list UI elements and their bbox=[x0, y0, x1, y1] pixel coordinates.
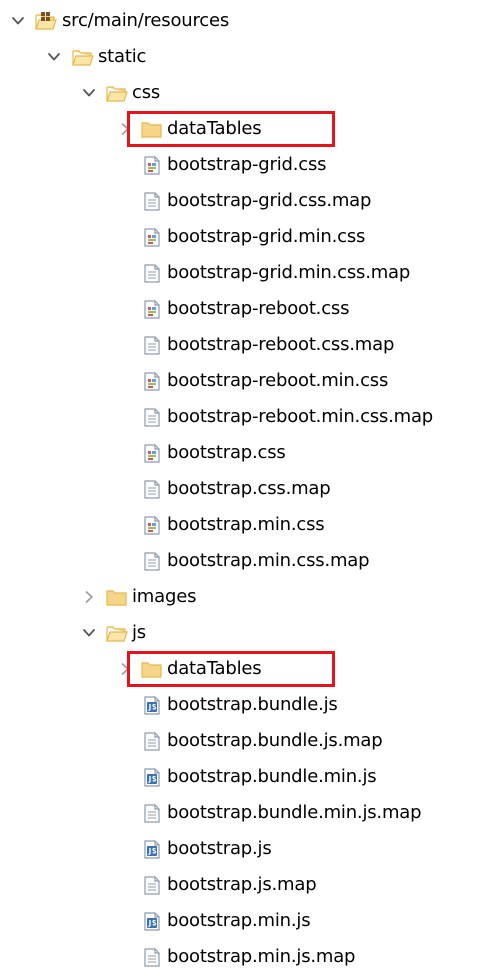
tree-item[interactable]: bootstrap.bundle.min.js.map bbox=[0, 795, 501, 831]
chevron-right-icon[interactable] bbox=[79, 579, 99, 615]
text-file-icon bbox=[141, 795, 163, 831]
tree-item-label: static bbox=[98, 46, 147, 67]
tree-item-label: bootstrap-grid.min.css bbox=[167, 226, 366, 247]
tree-item[interactable]: bootstrap.min.css bbox=[0, 507, 501, 543]
text-file-icon bbox=[141, 723, 163, 759]
tree-item-label: bootstrap-grid.css.map bbox=[167, 190, 372, 211]
tree-item-label: bootstrap.bundle.js.map bbox=[167, 730, 383, 751]
tree-item-label: bootstrap-reboot.css bbox=[167, 298, 350, 319]
folder-icon bbox=[141, 111, 163, 147]
open-folder-icon bbox=[106, 615, 128, 651]
css-file-icon bbox=[141, 435, 163, 471]
tree-item[interactable]: bootstrap-grid.min.css.map bbox=[0, 255, 501, 291]
tree-item-label: bootstrap-reboot.min.css.map bbox=[167, 406, 434, 427]
js-file-icon bbox=[141, 687, 163, 723]
tree-item-label: bootstrap.bundle.min.js.map bbox=[167, 802, 422, 823]
chevron-down-icon[interactable] bbox=[8, 3, 28, 39]
css-file-icon bbox=[141, 219, 163, 255]
folder-icon bbox=[106, 579, 128, 615]
js-file-icon bbox=[141, 759, 163, 795]
tree-item-label: bootstrap-grid.min.css.map bbox=[167, 262, 411, 283]
tree-item-label: bootstrap.min.css bbox=[167, 514, 325, 535]
tree-item[interactable]: bootstrap.bundle.min.js bbox=[0, 759, 501, 795]
tree-item[interactable]: css bbox=[0, 75, 501, 111]
chevron-down-icon[interactable] bbox=[44, 39, 64, 75]
tree-item[interactable]: bootstrap.bundle.js bbox=[0, 687, 501, 723]
tree-item[interactable]: bootstrap.min.js.map bbox=[0, 939, 501, 975]
tree-item[interactable]: bootstrap.min.js bbox=[0, 903, 501, 939]
tree-item[interactable]: bootstrap.js bbox=[0, 831, 501, 867]
css-file-icon bbox=[141, 291, 163, 327]
css-file-icon bbox=[141, 507, 163, 543]
css-file-icon bbox=[141, 363, 163, 399]
tree-item-label: bootstrap.js bbox=[167, 838, 272, 859]
js-file-icon bbox=[141, 831, 163, 867]
tree-item-label: bootstrap.css.map bbox=[167, 478, 331, 499]
tree-item[interactable]: bootstrap-reboot.min.css.map bbox=[0, 399, 501, 435]
tree-item[interactable]: bootstrap-reboot.css.map bbox=[0, 327, 501, 363]
package-folder-icon bbox=[35, 3, 57, 39]
tree-item[interactable]: bootstrap-reboot.css bbox=[0, 291, 501, 327]
tree-item-label: bootstrap.min.js bbox=[167, 910, 311, 931]
tree-item[interactable]: static bbox=[0, 39, 501, 75]
tree-item-label: dataTables bbox=[167, 118, 262, 139]
js-file-icon bbox=[141, 903, 163, 939]
chevron-right-icon[interactable] bbox=[115, 111, 135, 147]
tree-item-label: bootstrap-grid.css bbox=[167, 154, 327, 175]
tree-item-label: images bbox=[132, 586, 197, 607]
tree-item-label: src/main/resources bbox=[62, 10, 230, 31]
tree-item-label: bootstrap-reboot.css.map bbox=[167, 334, 395, 355]
chevron-down-icon[interactable] bbox=[79, 75, 99, 111]
tree-item-label: bootstrap.bundle.min.js bbox=[167, 766, 377, 787]
tree-item[interactable]: dataTables bbox=[0, 111, 501, 147]
text-file-icon bbox=[141, 939, 163, 975]
chevron-down-icon[interactable] bbox=[79, 615, 99, 651]
tree-item[interactable]: bootstrap.css bbox=[0, 435, 501, 471]
tree-item[interactable]: bootstrap.css.map bbox=[0, 471, 501, 507]
text-file-icon bbox=[141, 399, 163, 435]
text-file-icon bbox=[141, 327, 163, 363]
text-file-icon bbox=[141, 255, 163, 291]
text-file-icon bbox=[141, 471, 163, 507]
tree-item-label: bootstrap-reboot.min.css bbox=[167, 370, 389, 391]
chevron-right-icon[interactable] bbox=[115, 651, 135, 687]
text-file-icon bbox=[141, 867, 163, 903]
tree-item-label: js bbox=[132, 622, 146, 643]
tree-item[interactable]: bootstrap-grid.css bbox=[0, 147, 501, 183]
tree-item-label: bootstrap.js.map bbox=[167, 874, 317, 895]
text-file-icon bbox=[141, 543, 163, 579]
tree-item[interactable]: images bbox=[0, 579, 501, 615]
tree-item[interactable]: bootstrap-grid.css.map bbox=[0, 183, 501, 219]
text-file-icon bbox=[141, 183, 163, 219]
tree-item[interactable]: bootstrap-reboot.min.css bbox=[0, 363, 501, 399]
tree-item-label: bootstrap.min.js.map bbox=[167, 946, 356, 967]
tree-item[interactable]: dataTables bbox=[0, 651, 501, 687]
tree-item-label: bootstrap.bundle.js bbox=[167, 694, 338, 715]
tree-item[interactable]: bootstrap.min.css.map bbox=[0, 543, 501, 579]
tree-item-label: dataTables bbox=[167, 658, 262, 679]
tree-item[interactable]: bootstrap-grid.min.css bbox=[0, 219, 501, 255]
tree-item-label: bootstrap.css bbox=[167, 442, 286, 463]
tree-item[interactable]: bootstrap.bundle.js.map bbox=[0, 723, 501, 759]
folder-icon bbox=[141, 651, 163, 687]
tree-item-label: bootstrap.min.css.map bbox=[167, 550, 370, 571]
css-file-icon bbox=[141, 147, 163, 183]
open-folder-icon bbox=[106, 75, 128, 111]
open-folder-icon bbox=[72, 39, 94, 75]
tree-item[interactable]: bootstrap.js.map bbox=[0, 867, 501, 903]
tree-item-label: css bbox=[132, 82, 161, 103]
tree-item[interactable]: src/main/resources bbox=[0, 3, 501, 39]
tree-item[interactable]: js bbox=[0, 615, 501, 651]
project-explorer-tree: src/main/resources static css dataTables boo… bbox=[0, 0, 501, 973]
